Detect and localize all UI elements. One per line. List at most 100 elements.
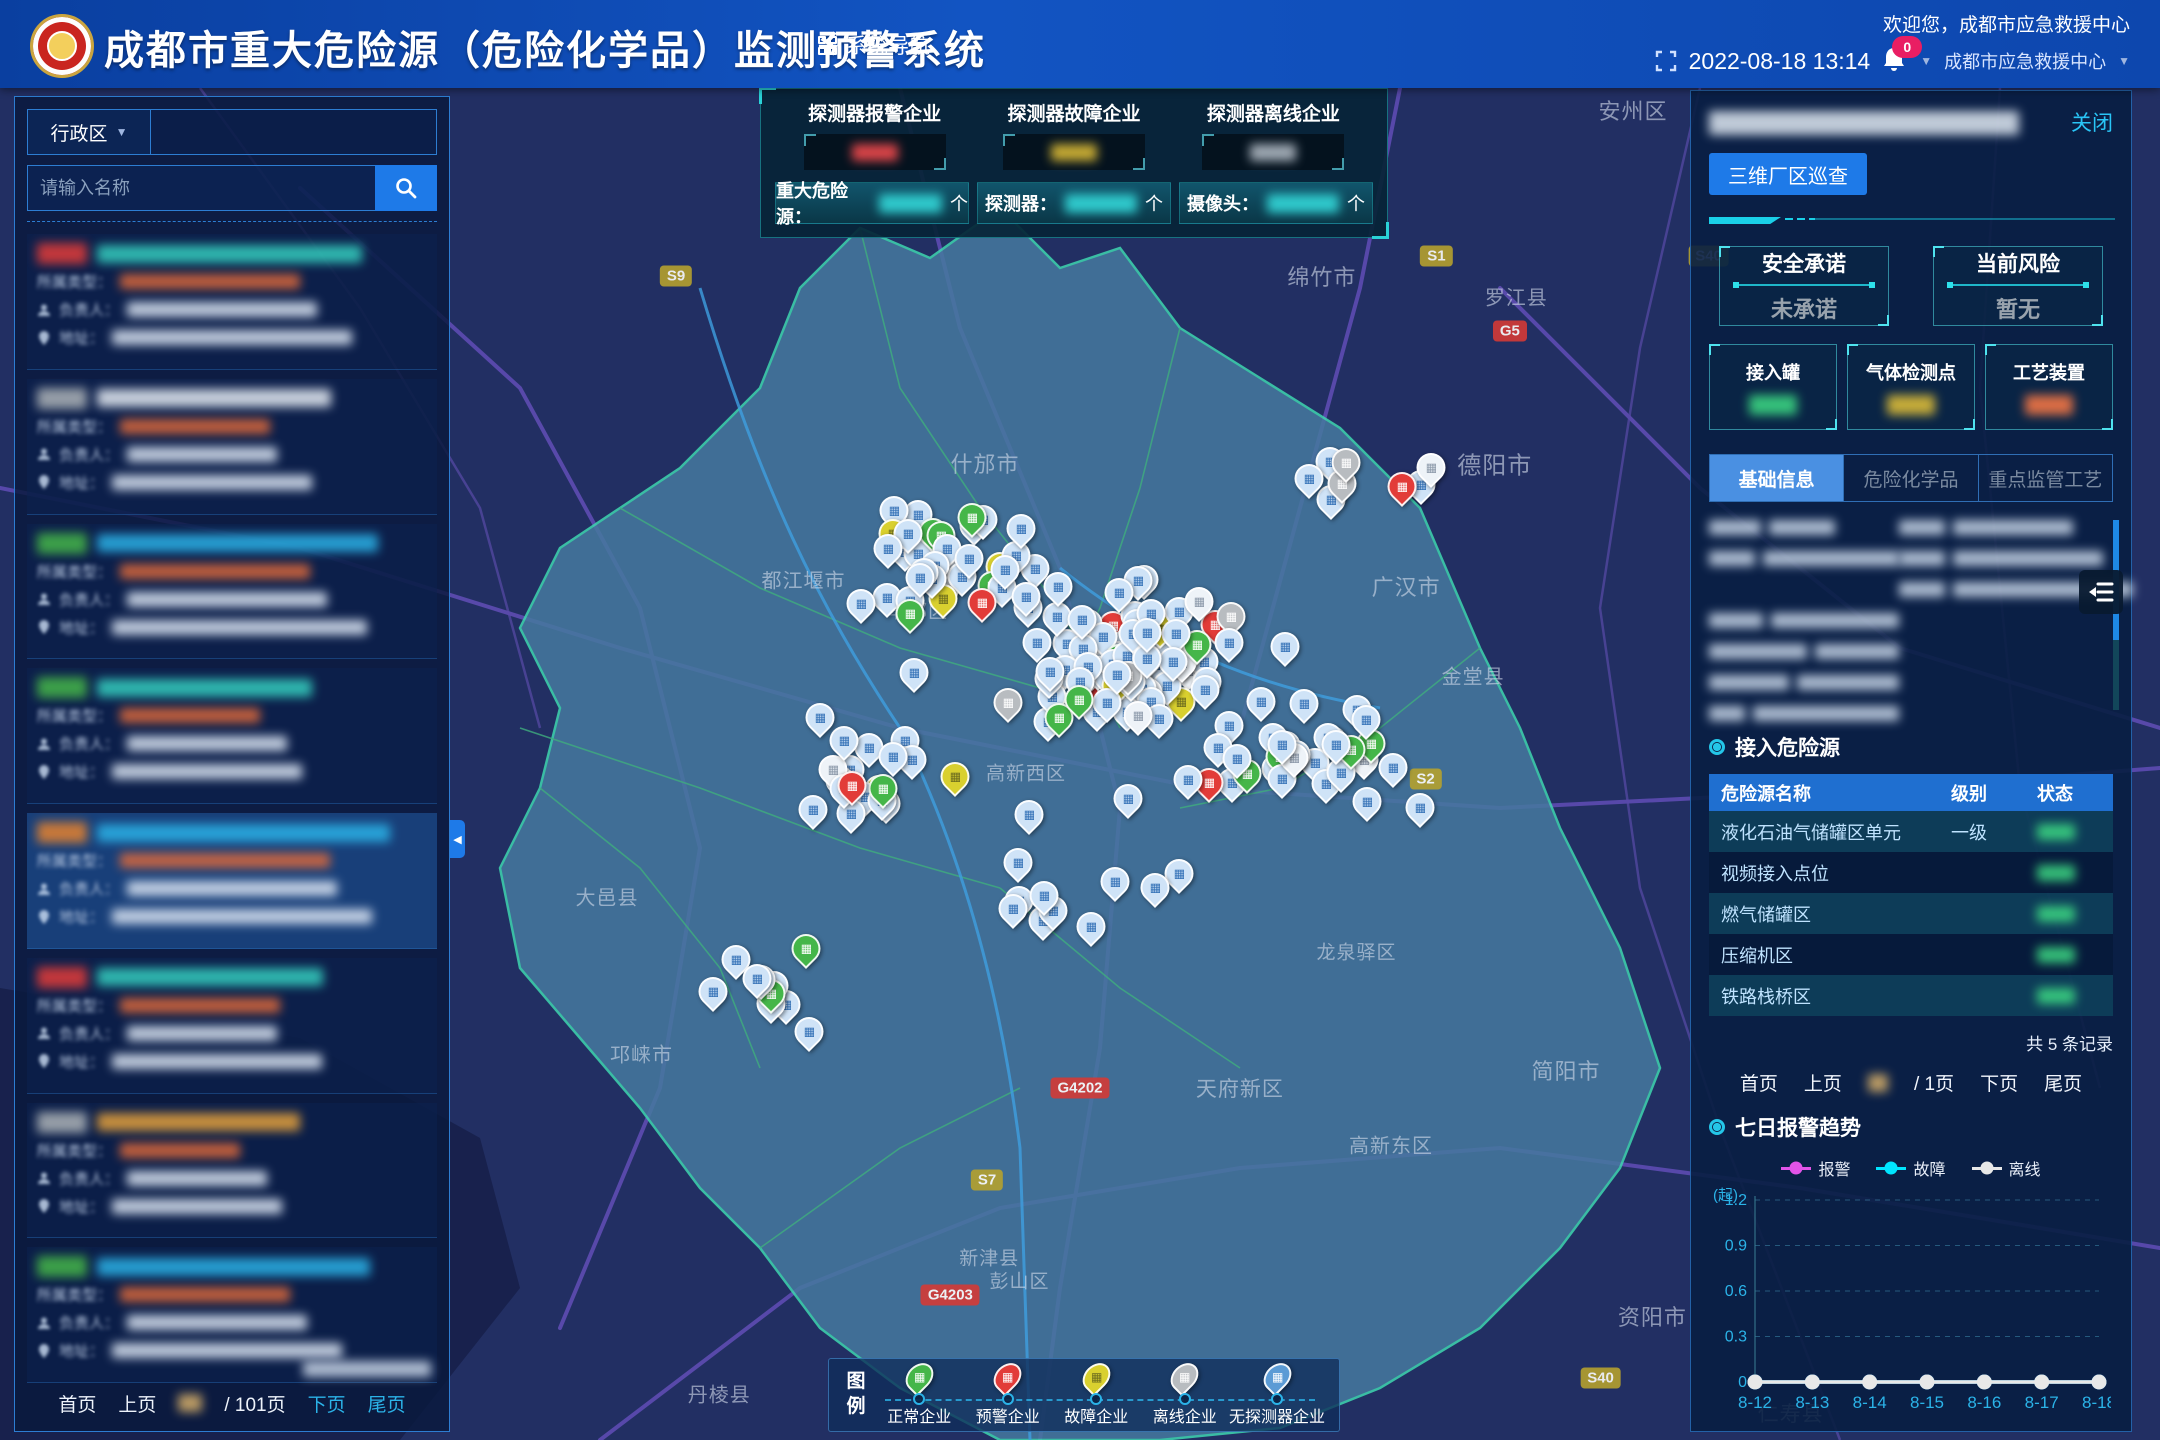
sidebar-page-prev[interactable]: 上页 [118,1390,156,1417]
sidebar-page-current-redacted [178,1394,202,1412]
detail-page-last[interactable]: 尾页 [2044,1069,2082,1096]
trend-chart-legend: 报警 故障 离线 [1709,1156,2113,1180]
tab-1[interactable]: 危险化学品 [1844,455,1978,501]
counter-unit: 个 [1145,190,1163,216]
legend-item[interactable]: 报警 [1781,1156,1850,1180]
company-address-redacted [112,764,302,779]
expand-panel-button[interactable] [2079,570,2123,614]
company-list-item[interactable]: 所属类型： 负责人： 地址： [27,958,437,1094]
map-legend-item: ▦ 故障企业 [1052,1363,1141,1427]
company-search-input[interactable] [27,165,375,211]
table-row[interactable]: 液化石油气储罐区单元 一级 [1709,811,2113,852]
company-list-item[interactable]: 所属类型： 负责人： 地址： [27,234,437,370]
detail-page-next[interactable]: 下页 [1980,1069,2018,1096]
table-row[interactable]: 压缩机区 [1709,934,2113,975]
legend-pin-icon: ▦ [1258,1358,1297,1397]
road-badge: S9 [660,265,692,286]
info-field-redacted [1709,551,1899,566]
company-status-badge-redacted [37,822,87,843]
info-field-redacted [1899,675,2133,690]
field-label-address: 地址： [59,327,104,348]
region-filter-input[interactable] [151,110,436,154]
map-place-label: 都江堰市 [762,564,846,593]
company-contact-redacted [127,302,317,317]
legend-item-label: 预警企业 [976,1403,1040,1427]
table-row[interactable]: 燃气储罐区 [1709,893,2113,934]
legend-item[interactable]: 离线 [1972,1156,2041,1180]
location-icon [37,765,51,779]
info-field-redacted [1899,613,2133,628]
hazard-status-redacted [2037,865,2075,881]
region-filter-dropdown[interactable]: 行政区 ▼ [28,110,151,154]
company-name-redacted [97,245,362,263]
map-place-label: 丹棱县 [688,1378,751,1407]
company-name-redacted [97,389,331,407]
company-list-item[interactable]: 所属类型： 负责人： 地址： [27,813,437,949]
company-contact-redacted [127,1171,267,1186]
road-badge: G4202 [1050,1078,1109,1099]
counter-value-redacted [1065,194,1137,213]
svg-text:8-15: 8-15 [1910,1393,1944,1412]
info-scrollbar[interactable] [2113,520,2119,710]
company-address-redacted [112,330,352,345]
person-icon [37,882,51,896]
company-list-item[interactable]: 所属类型： 负责人： 地址： [27,524,437,660]
sidebar-page-next[interactable]: 下页 [308,1390,346,1417]
current-risk-value: 暂无 [1996,292,2040,324]
legend-item[interactable]: 故障 [1876,1156,1945,1180]
company-list: 所属类型： 负责人： 地址： 所属类型： 负责人： 地址： 所属类型： 负责人： [27,234,437,1383]
tab-2[interactable]: 重点监管工艺 [1979,455,2112,501]
company-status-badge-redacted [37,1112,87,1133]
hazard-status-redacted [2037,947,2075,963]
hazard-name: 视频接入点位 [1721,860,1951,886]
org-caret-icon[interactable]: ▼ [2118,54,2130,68]
count-box-0: 接入罐 [1709,344,1837,430]
company-list-item[interactable]: 所属类型： 负责人： 地址： [27,668,437,804]
current-risk-box: 当前风险 暂无 [1933,246,2103,326]
detail-page-first[interactable]: 首页 [1740,1069,1778,1096]
stat-label: 探测器报警企业 [808,99,941,126]
map-place-label: 大邑县 [575,882,638,911]
company-name-redacted [97,1258,370,1276]
plant-tour-3d-button[interactable]: 三维厂区巡查 [1709,153,1867,195]
close-panel-button[interactable]: 关闭 [2071,107,2113,137]
table-row[interactable]: 视频接入点位 [1709,852,2113,893]
legend-label: 故障 [1913,1156,1945,1180]
sidebar-page-last[interactable]: 尾页 [368,1390,406,1417]
company-address-redacted [112,1343,342,1358]
grid-icon [818,36,837,55]
trend-section-header: 七日报警趋势 [1709,1112,2113,1142]
company-status-badge-redacted [37,533,87,554]
info-field-redacted [1899,520,2133,535]
hazard-name: 燃气储罐区 [1721,901,1951,927]
count-label: 接入罐 [1746,359,1800,385]
field-label-address: 地址： [59,1196,104,1217]
info-field-redacted [1709,675,1899,690]
company-list-item[interactable]: 所属类型： 负责人： 地址： [27,379,437,515]
system-nav-button[interactable]: 系统导航 [818,30,930,60]
notification-bell[interactable]: 0 [1882,46,1908,76]
fullscreen-icon[interactable] [1655,50,1677,72]
table-row[interactable]: 铁路栈桥区 [1709,975,2113,1016]
count-box-1: 气体检测点 [1847,344,1975,430]
detail-panel: 关闭 三维厂区巡查 安全承诺 未承诺 当前风险 暂无 接入罐 气体检测点 工艺装… [1690,90,2132,1432]
left-sidebar: 行政区 ▼ 所属类型： 负责人： 地址： 所属类型： [14,96,450,1432]
sidebar-collapse-button[interactable]: ◀ [450,820,465,858]
company-list-item[interactable]: 所属类型： 负责人： 地址： [27,1103,437,1239]
basic-info-section [1709,520,2113,716]
map-place-label: 龙泉驿区 [1316,937,1396,964]
sidebar-page-first[interactable]: 首页 [58,1390,96,1417]
search-icon [394,176,418,200]
hazard-status-redacted [2037,906,2075,922]
bell-caret-icon[interactable]: ▼ [1920,54,1932,68]
svg-text:0.6: 0.6 [1725,1283,1747,1300]
map-legend-item: ▦ 预警企业 [964,1363,1053,1427]
map-place-label: 什邡市 [950,447,1019,479]
tab-0[interactable]: 基础信息 [1710,455,1844,501]
field-label-type: 所属类型： [37,416,112,437]
field-label-address: 地址： [59,761,104,782]
search-button[interactable] [375,165,437,211]
detail-page-prev[interactable]: 上页 [1804,1069,1842,1096]
person-icon [37,1026,51,1040]
map-legend-item: ▦ 正常企业 [875,1363,964,1427]
